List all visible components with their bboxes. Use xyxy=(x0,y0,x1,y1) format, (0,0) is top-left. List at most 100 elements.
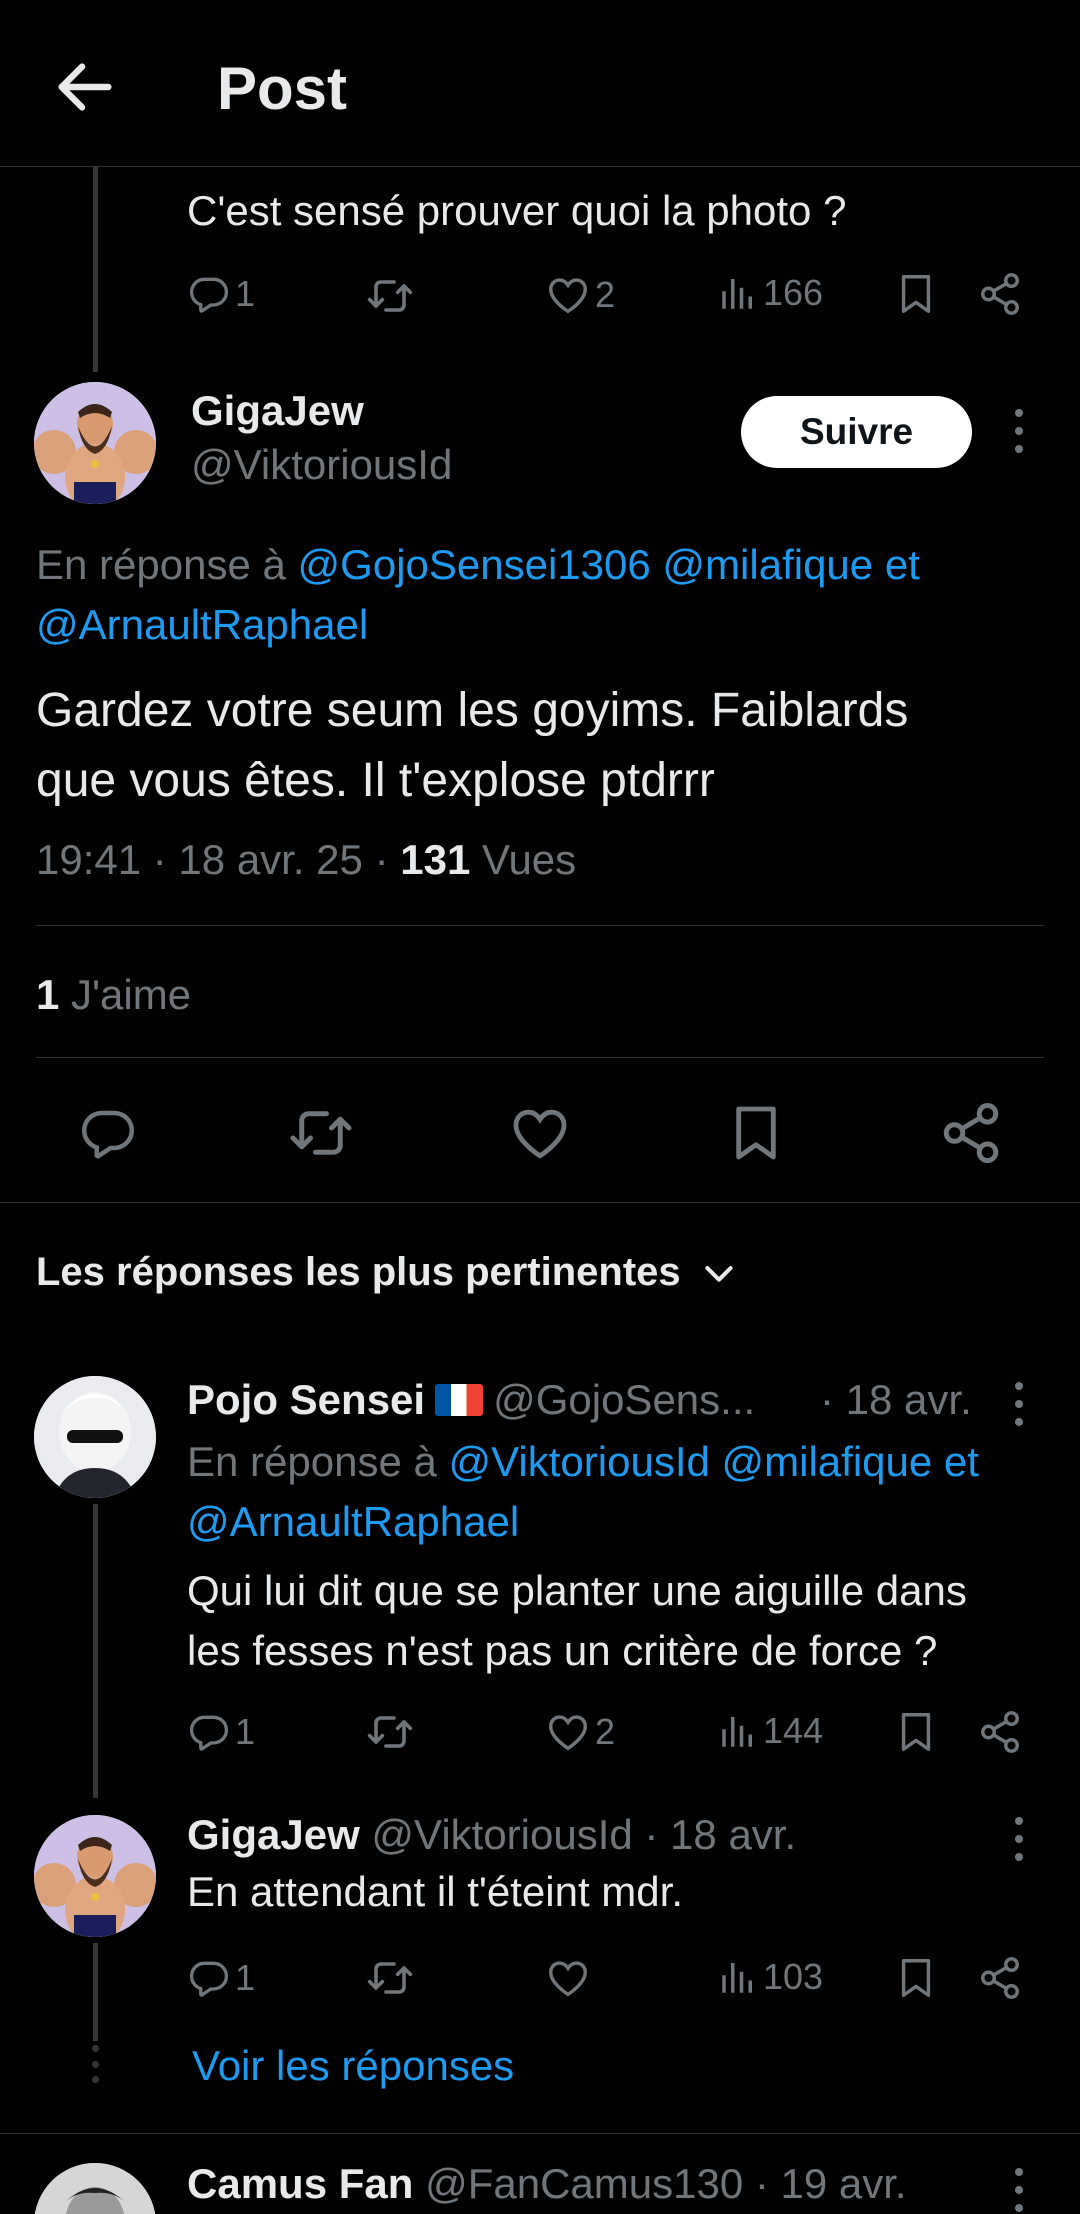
reply-views-button[interactable]: 103 xyxy=(717,1956,823,1998)
mention-link[interactable]: @GojoSensei1306 xyxy=(298,541,651,588)
heart-icon xyxy=(508,1101,572,1165)
replies-sort-dropdown[interactable]: Les réponses les plus pertinentes xyxy=(36,1250,739,1295)
post-text-line: Gardez votre seum les goyims. Faiblards xyxy=(36,684,909,737)
share-icon xyxy=(977,271,1023,317)
avatar-image xyxy=(34,382,156,504)
divider xyxy=(36,925,1044,926)
author-handle[interactable]: @FanCamus130 xyxy=(425,2160,743,2207)
reply-text-line: Qui lui dit que se planter une aiguille … xyxy=(187,1567,967,1614)
avatar[interactable] xyxy=(34,1815,156,1937)
reply-reply-button[interactable]: 1 xyxy=(187,1710,255,1754)
follow-button[interactable]: Suivre xyxy=(741,396,972,468)
views-icon xyxy=(717,272,759,314)
top-bar: Post xyxy=(0,0,1080,167)
share-button[interactable] xyxy=(938,1100,1004,1166)
mention-link[interactable]: @ViktoriousId xyxy=(449,1438,710,1485)
page-title: Post xyxy=(217,55,348,122)
more-options-icon[interactable] xyxy=(1009,1817,1029,1861)
mention-link[interactable]: @milafique xyxy=(722,1438,933,1485)
reply-repost-button[interactable] xyxy=(366,1954,414,2002)
show-replies-link[interactable]: Voir les réponses xyxy=(192,2042,514,2090)
reply-date[interactable]: · 19 avr. xyxy=(755,2160,907,2207)
thread-line xyxy=(93,167,98,372)
bookmark-icon xyxy=(893,1709,939,1755)
in-reply-to: En réponse à @GojoSensei1306 @milafique … xyxy=(36,535,1046,655)
mention-link[interactable]: @ArnaultRaphael xyxy=(187,1498,519,1545)
reply-date[interactable]: · 18 avr. xyxy=(644,1811,796,1858)
views-count: 131 xyxy=(400,836,471,883)
reply-share-button[interactable] xyxy=(977,1709,1023,1755)
thread-line xyxy=(93,1943,98,2041)
reply-views-button[interactable]: 144 xyxy=(717,1710,823,1752)
avatar[interactable] xyxy=(34,2163,156,2214)
prev-reply-reply-button[interactable]: 1 xyxy=(187,272,255,316)
views-label: Vues xyxy=(481,836,577,883)
author-name[interactable]: Pojo Sensei xyxy=(187,1376,425,1424)
avatar-image xyxy=(34,1815,156,1937)
heart-icon xyxy=(545,1709,591,1755)
views-icon xyxy=(717,1710,759,1752)
author-name[interactable]: GigaJew xyxy=(187,1811,360,1858)
bookmark-button[interactable] xyxy=(724,1101,788,1165)
prev-reply-share-button[interactable] xyxy=(977,271,1023,317)
reply-header: Camus Fan @FanCamus130 · 19 avr. xyxy=(187,2160,907,2208)
mention-and[interactable]: et xyxy=(944,1438,979,1485)
prev-reply-views-button[interactable]: 166 xyxy=(717,272,823,314)
like-button[interactable] xyxy=(508,1101,572,1165)
author-handle[interactable]: @GojoSens... xyxy=(493,1376,755,1424)
author-handle[interactable]: @ViktoriousId xyxy=(191,441,452,489)
prev-reply-repost-button[interactable] xyxy=(366,272,414,320)
reply-text: En attendant il t'éteint mdr. xyxy=(187,1868,683,1915)
reply-bookmark-button[interactable] xyxy=(893,1955,939,2001)
repost-icon xyxy=(288,1100,354,1166)
reply-share-button[interactable] xyxy=(977,1955,1023,2001)
author-name[interactable]: GigaJew xyxy=(191,387,364,435)
in-reply-prefix: En réponse à xyxy=(36,541,286,588)
views-count: 166 xyxy=(763,272,824,313)
avatar-image xyxy=(34,2163,156,2214)
reply-date[interactable]: · 18 avr. xyxy=(820,1376,972,1424)
reply-bookmark-button[interactable] xyxy=(893,1709,939,1755)
reply-like-button[interactable] xyxy=(545,1955,595,2001)
divider xyxy=(36,1057,1044,1058)
reply-button[interactable] xyxy=(78,1103,138,1163)
avatar[interactable] xyxy=(34,1376,156,1498)
post-text-line: que vous êtes. Il t'explose ptdrrr xyxy=(36,754,715,807)
like-count: 2 xyxy=(595,274,616,315)
mention-link[interactable]: @ArnaultRaphael xyxy=(36,601,368,648)
reply-like-button[interactable]: 2 xyxy=(545,1709,615,1755)
likes-summary[interactable]: 1 J'aime xyxy=(36,971,191,1019)
reply-header: Pojo Sensei @GojoSens... xyxy=(187,1376,755,1424)
prev-reply-like-button[interactable]: 2 xyxy=(545,272,615,318)
likes-label: J'aime xyxy=(71,971,192,1018)
author-name[interactable]: Camus Fan xyxy=(187,2160,413,2207)
reply-count: 1 xyxy=(235,273,256,314)
flag-icon xyxy=(435,1384,484,1416)
divider xyxy=(0,1202,1080,1203)
post-timestamp[interactable]: 19:41 · 18 avr. 25 · xyxy=(36,836,389,883)
like-count: 2 xyxy=(595,1711,616,1752)
reply-reply-button[interactable]: 1 xyxy=(187,1956,255,2000)
mention-and[interactable]: et xyxy=(885,541,920,588)
in-reply-prefix: En réponse à xyxy=(187,1438,437,1485)
prev-reply-text: C'est sensé prouver quoi la photo ? xyxy=(187,187,847,234)
reply-repost-button[interactable] xyxy=(366,1708,414,1756)
more-options-icon[interactable] xyxy=(1009,409,1029,453)
avatar-image xyxy=(34,1376,156,1498)
chevron-down-icon xyxy=(705,1265,733,1282)
back-button[interactable] xyxy=(50,52,120,122)
more-options-icon[interactable] xyxy=(1009,2168,1029,2212)
mention-link[interactable]: @milafique xyxy=(662,541,873,588)
in-reply-to: En réponse à @ViktoriousId @milafique et… xyxy=(187,1432,1067,1552)
avatar[interactable] xyxy=(34,382,156,504)
share-icon xyxy=(977,1955,1023,2001)
repost-button[interactable] xyxy=(288,1100,354,1166)
author-handle[interactable]: @ViktoriousId xyxy=(371,1811,632,1858)
reply-header: GigaJew @ViktoriousId · 18 avr. xyxy=(187,1811,796,1859)
more-options-icon[interactable] xyxy=(1009,1382,1029,1426)
views-count: 144 xyxy=(763,1710,824,1751)
more-replies-dots xyxy=(91,2045,99,2083)
repost-icon xyxy=(366,1708,414,1756)
reply-icon xyxy=(78,1103,138,1163)
prev-reply-bookmark-button[interactable] xyxy=(893,271,939,317)
